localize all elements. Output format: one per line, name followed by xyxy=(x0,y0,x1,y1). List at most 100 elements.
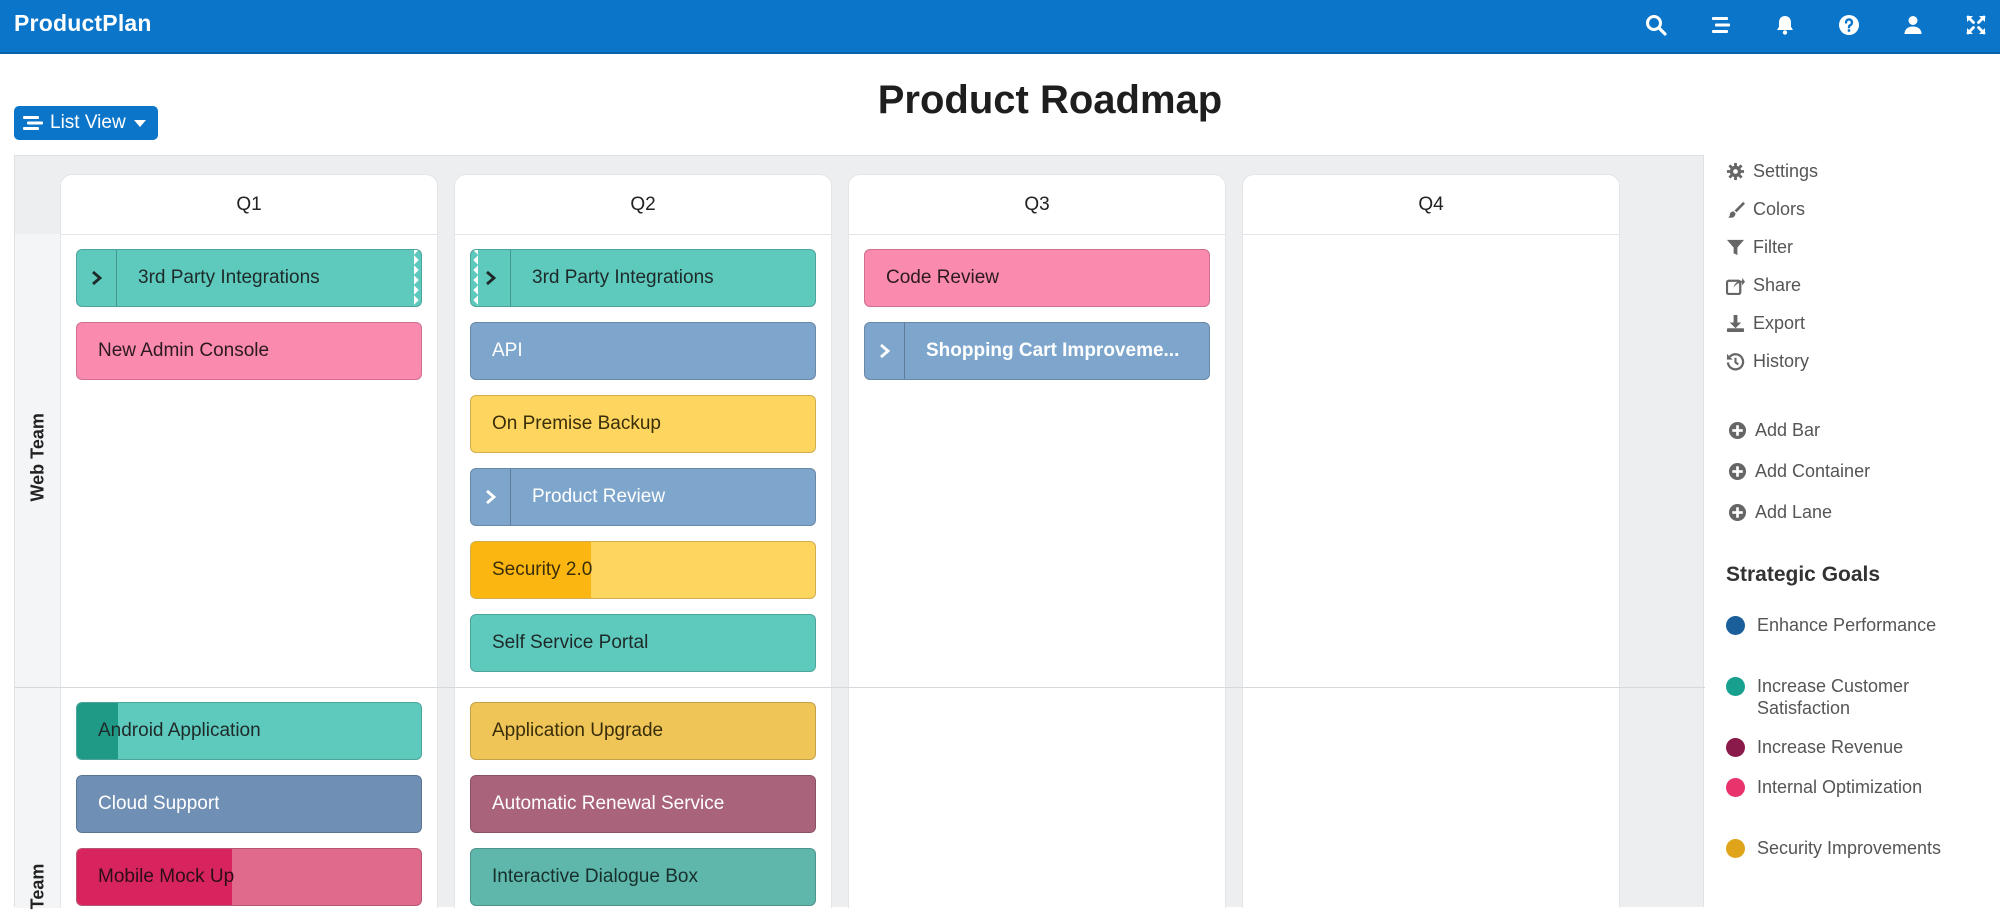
search-icon[interactable] xyxy=(1641,10,1671,40)
bar-security-2-0[interactable]: Security 2.0 xyxy=(470,541,816,599)
goal-security-improvements[interactable]: Security Improvements xyxy=(1726,837,1986,859)
bar-label: Shopping Cart Improveme... xyxy=(926,340,1180,361)
add-bar-label: Add Bar xyxy=(1755,420,1821,440)
column-header-q1[interactable]: Q1 xyxy=(61,175,437,235)
bar-3rd-party-integrations-q2[interactable]: 3rd Party Integrations xyxy=(470,249,816,307)
bar-new-admin-console[interactable]: New Admin Console xyxy=(76,322,422,380)
goal-label: Increase Customer Satisfaction xyxy=(1757,676,1910,718)
list-view-dropdown[interactable]: List View xyxy=(14,106,158,140)
bar-label: Application Upgrade xyxy=(492,720,664,741)
bar-label: Android Application xyxy=(98,720,261,741)
bar-label: 3rd Party Integrations xyxy=(532,267,714,288)
colors-menu-item[interactable]: Colors xyxy=(1726,199,1805,220)
goal-increase-revenue[interactable]: Increase Revenue xyxy=(1726,736,1986,758)
filter-menu-item[interactable]: Filter xyxy=(1726,237,1793,258)
bar-interactive-dialogue-box[interactable]: Interactive Dialogue Box xyxy=(470,848,816,906)
export-label: Export xyxy=(1753,313,1806,333)
bar-self-service-portal[interactable]: Self Service Portal xyxy=(470,614,816,672)
goal-color-dot xyxy=(1726,778,1745,797)
bar-product-review[interactable]: Product Review xyxy=(470,468,816,526)
bar-label: Security 2.0 xyxy=(492,559,593,580)
bar-shopping-cart-improvements[interactable]: Shopping Cart Improveme... xyxy=(864,322,1210,380)
bar-label: On Premise Backup xyxy=(492,413,661,434)
add-bar-button[interactable]: Add Bar xyxy=(1728,420,1820,441)
lane-label-web-team[interactable]: Web Team xyxy=(28,413,49,501)
lane-label-team[interactable]: Team xyxy=(28,860,49,914)
plus-circle-icon xyxy=(1728,421,1747,440)
gear-icon xyxy=(1726,162,1745,181)
bar-label: 3rd Party Integrations xyxy=(138,267,320,288)
goal-label: Enhance Performance xyxy=(1757,615,1937,635)
help-icon[interactable] xyxy=(1834,10,1864,40)
add-container-button[interactable]: Add Container xyxy=(1728,461,1870,482)
bar-label: Automatic Renewal Service xyxy=(492,793,725,814)
plus-circle-icon xyxy=(1728,503,1747,522)
bar-3rd-party-integrations-q1[interactable]: 3rd Party Integrations xyxy=(76,249,422,307)
export-menu-item[interactable]: Export xyxy=(1726,313,1805,334)
bar-mobile-mock-up[interactable]: Mobile Mock Up xyxy=(76,848,422,906)
bar-cloud-support[interactable]: Cloud Support xyxy=(76,775,422,833)
history-icon xyxy=(1726,353,1745,371)
menu-lines-icon[interactable] xyxy=(1706,10,1736,40)
bar-label: Self Service Portal xyxy=(492,632,649,653)
top-bar: ProductPlan xyxy=(0,0,2000,54)
bar-label: Product Review xyxy=(532,486,666,507)
history-label: History xyxy=(1753,351,1810,371)
column-q4: Q4 xyxy=(1242,174,1620,908)
strategic-goals-title: Strategic Goals xyxy=(1726,563,1881,586)
bar-on-premise-backup[interactable]: On Premise Backup xyxy=(470,395,816,453)
bar-api[interactable]: API xyxy=(470,322,816,380)
chevron-right-icon[interactable] xyxy=(77,250,117,306)
column-header-q2[interactable]: Q2 xyxy=(455,175,831,235)
user-icon[interactable] xyxy=(1898,10,1928,40)
brand-logo[interactable]: ProductPlan xyxy=(14,10,152,37)
bar-label: Code Review xyxy=(886,267,999,288)
bar-label: New Admin Console xyxy=(98,340,270,361)
chevron-right-icon[interactable] xyxy=(865,323,905,379)
share-menu-item[interactable]: Share xyxy=(1726,275,1801,296)
page-title: Product Roadmap xyxy=(877,78,1223,122)
bar-application-upgrade[interactable]: Application Upgrade xyxy=(470,702,816,760)
share-icon xyxy=(1726,277,1745,295)
goal-color-dot xyxy=(1726,839,1745,858)
settings-label: Settings xyxy=(1753,161,1819,181)
bell-icon[interactable] xyxy=(1770,10,1800,40)
download-icon xyxy=(1726,314,1745,333)
add-container-label: Add Container xyxy=(1755,461,1871,481)
bar-code-review[interactable]: Code Review xyxy=(864,249,1210,307)
chevron-right-icon[interactable] xyxy=(471,250,511,306)
lane-label-column xyxy=(15,234,61,908)
goal-increase-customer-satisfaction[interactable]: Increase Customer Satisfaction xyxy=(1726,675,1986,719)
bar-label: Interactive Dialogue Box xyxy=(492,866,698,887)
goal-color-dot xyxy=(1726,738,1745,757)
goal-internal-optimization[interactable]: Internal Optimization xyxy=(1726,776,1986,798)
share-label: Share xyxy=(1753,275,1802,295)
goal-color-dot xyxy=(1726,616,1745,635)
bar-label: Mobile Mock Up xyxy=(98,866,235,887)
column-header-q4[interactable]: Q4 xyxy=(1243,175,1619,235)
goal-label: Security Improvements xyxy=(1757,838,1942,858)
goal-enhance-performance[interactable]: Enhance Performance xyxy=(1726,614,1986,636)
colors-label: Colors xyxy=(1753,199,1806,219)
plus-circle-icon xyxy=(1728,462,1747,481)
add-lane-label: Add Lane xyxy=(1755,502,1833,522)
bar-android-application[interactable]: Android Application xyxy=(76,702,422,760)
fullscreen-icon[interactable] xyxy=(1961,10,1991,40)
roadmap-board: Q1 Q2 Q3 Q4 Web Team Team 3rd Party Inte… xyxy=(14,155,1705,909)
column-header-q3[interactable]: Q3 xyxy=(849,175,1225,235)
lane-divider xyxy=(15,687,1705,688)
bar-label: API xyxy=(492,340,523,361)
filter-icon xyxy=(1726,239,1745,256)
add-lane-button[interactable]: Add Lane xyxy=(1728,502,1832,523)
list-view-icon xyxy=(23,116,43,130)
goal-label: Internal Optimization xyxy=(1757,777,1923,797)
history-menu-item[interactable]: History xyxy=(1726,351,1809,372)
bar-automatic-renewal-service[interactable]: Automatic Renewal Service xyxy=(470,775,816,833)
chevron-right-icon[interactable] xyxy=(471,469,511,525)
settings-menu-item[interactable]: Settings xyxy=(1726,161,1818,182)
chevron-down-icon xyxy=(133,119,146,127)
goal-color-dot xyxy=(1726,677,1745,696)
bar-label: Cloud Support xyxy=(98,793,220,814)
filter-label: Filter xyxy=(1753,237,1793,257)
goal-label: Increase Revenue xyxy=(1757,737,1904,757)
